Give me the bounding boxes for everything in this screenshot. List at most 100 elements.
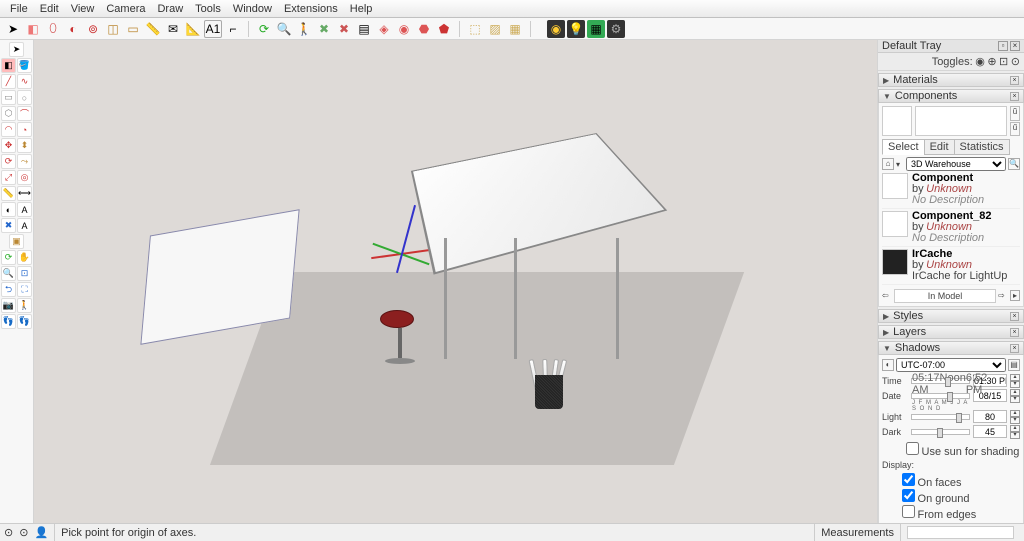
date-slider[interactable]: J F M A M J J A S O N D bbox=[911, 393, 970, 399]
date-stepper[interactable]: ▴▾ bbox=[1010, 389, 1020, 402]
menu-file[interactable]: File bbox=[4, 3, 34, 15]
dark-slider[interactable] bbox=[911, 429, 970, 435]
home-icon[interactable]: ⌂ bbox=[882, 158, 894, 170]
light-input[interactable] bbox=[973, 410, 1007, 423]
box-icon-1[interactable]: ⬚ bbox=[466, 20, 484, 38]
toggle-icon[interactable]: ⊙ bbox=[1011, 56, 1020, 68]
arc-tool-icon[interactable]: ⌒ bbox=[17, 106, 32, 121]
offset-tool-icon[interactable]: ◎ bbox=[17, 170, 32, 185]
measurements-input[interactable] bbox=[907, 526, 1014, 539]
render-icon-4[interactable]: ⚙ bbox=[607, 20, 625, 38]
select-tool-icon[interactable]: ➤ bbox=[9, 42, 24, 57]
tool-icon-5[interactable]: ▭ bbox=[124, 20, 142, 38]
on-ground-checkbox[interactable]: On ground bbox=[902, 489, 1020, 505]
tab-select[interactable]: Select bbox=[882, 139, 925, 155]
text-label-icon[interactable]: A bbox=[17, 202, 32, 217]
dim-tool-icon[interactable]: ⟷ bbox=[17, 186, 32, 201]
label-tool-icon[interactable]: ⌐ bbox=[224, 20, 242, 38]
layers-icon[interactable]: ◈ bbox=[375, 20, 393, 38]
eraser-icon[interactable]: ◧ bbox=[24, 20, 42, 38]
toggle-icon[interactable]: ◉ bbox=[975, 56, 985, 68]
protractor-tool-icon[interactable]: ◐ bbox=[1, 202, 16, 217]
zoomext-tool-icon[interactable]: ⛶ bbox=[17, 282, 32, 297]
bucket-tool-icon[interactable]: 🪣 bbox=[17, 58, 32, 73]
cursor-icon[interactable]: ➤ bbox=[4, 20, 22, 38]
from-edges-checkbox[interactable]: From edges bbox=[902, 505, 1020, 521]
walk-tool2-icon[interactable]: 🚶 bbox=[17, 298, 32, 313]
comp-btn-icon[interactable]: ũ bbox=[1010, 106, 1020, 121]
tool-icon-2[interactable]: ◐ bbox=[64, 20, 82, 38]
panel-materials[interactable]: ▶Materials× bbox=[878, 73, 1024, 87]
tab-statistics[interactable]: Statistics bbox=[954, 139, 1010, 155]
pin-icon[interactable]: × bbox=[1010, 328, 1019, 337]
nav-right-icon[interactable]: ⇨ bbox=[998, 291, 1008, 300]
move-tool-icon[interactable]: ✥ bbox=[1, 138, 16, 153]
tray-pin-icon[interactable]: ▫ bbox=[998, 41, 1008, 51]
viewport[interactable] bbox=[34, 40, 878, 523]
search-source-select[interactable]: 3D Warehouse bbox=[906, 157, 1006, 171]
freehand-tool-icon[interactable]: ∿ bbox=[17, 74, 32, 89]
document-icon[interactable]: ▤ bbox=[355, 20, 373, 38]
shadow-settings-icon[interactable]: ▤ bbox=[1008, 359, 1020, 371]
tool-icon-4[interactable]: ◫ bbox=[104, 20, 122, 38]
section-tool-icon[interactable]: ▣ bbox=[9, 234, 24, 249]
tool-icon-8[interactable]: ◉ bbox=[395, 20, 413, 38]
ruler-icon[interactable]: 📐 bbox=[184, 20, 202, 38]
pin-icon[interactable]: × bbox=[1010, 312, 1019, 321]
menu-icon[interactable]: ▸ bbox=[1010, 290, 1020, 301]
search-icon[interactable]: 🔍 bbox=[275, 20, 293, 38]
status-icon[interactable]: ⊙ bbox=[19, 526, 28, 539]
menu-view[interactable]: View bbox=[65, 3, 101, 15]
comp-btn-icon[interactable]: ű bbox=[1010, 122, 1020, 137]
dropdown-icon[interactable]: ▾ bbox=[896, 160, 904, 169]
shadow-toggle-icon[interactable]: ◐ bbox=[882, 359, 894, 371]
component-item[interactable]: Componentby UnknownNo Description bbox=[882, 171, 1020, 209]
look2-tool-icon[interactable]: 👣 bbox=[17, 314, 32, 329]
time-slider[interactable]: 05:17 AMNoon6:52 PM bbox=[911, 378, 970, 384]
line-tool-icon[interactable]: ╱ bbox=[1, 74, 16, 89]
toggle-icon[interactable]: ⊡ bbox=[999, 56, 1008, 68]
polygon-tool-icon[interactable]: ⬡ bbox=[1, 106, 16, 121]
menu-draw[interactable]: Draw bbox=[151, 3, 189, 15]
tool-icon-10[interactable]: ⬟ bbox=[435, 20, 453, 38]
tray-close-icon[interactable]: × bbox=[1010, 41, 1020, 51]
panel-layers[interactable]: ▶Layers× bbox=[878, 325, 1024, 339]
followme-tool-icon[interactable]: ⤳ bbox=[17, 154, 32, 169]
on-faces-checkbox[interactable]: On faces bbox=[902, 473, 1020, 489]
pushpull-tool-icon[interactable]: ⬍ bbox=[17, 138, 32, 153]
light-slider[interactable] bbox=[911, 414, 970, 420]
box-icon-2[interactable]: ▨ bbox=[486, 20, 504, 38]
tape-icon[interactable]: 📏 bbox=[144, 20, 162, 38]
pan-tool-icon[interactable]: ✋ bbox=[17, 250, 32, 265]
axes-tool-icon[interactable]: ✖ bbox=[1, 218, 16, 233]
toggle-icon[interactable]: ⊕ bbox=[987, 56, 996, 68]
refresh-icon[interactable]: ⟳ bbox=[255, 20, 273, 38]
menu-edit[interactable]: Edit bbox=[34, 3, 65, 15]
camera-tool-icon[interactable]: 📷 bbox=[1, 298, 16, 313]
status-icon[interactable]: 👤 bbox=[34, 526, 48, 539]
panel-shadows[interactable]: ▼Shadows× bbox=[878, 341, 1024, 355]
menu-help[interactable]: Help bbox=[344, 3, 379, 15]
zoomwin-tool-icon[interactable]: ⊡ bbox=[17, 266, 32, 281]
render-icon-1[interactable]: ◉ bbox=[547, 20, 565, 38]
menu-window[interactable]: Window bbox=[227, 3, 278, 15]
scale-tool-icon[interactable]: ⤢ bbox=[1, 170, 16, 185]
pin-icon[interactable]: × bbox=[1010, 92, 1019, 101]
tool-icon-7[interactable]: ✖ bbox=[335, 20, 353, 38]
dark-input[interactable] bbox=[973, 425, 1007, 438]
arc2-tool-icon[interactable]: ◠ bbox=[1, 122, 16, 137]
panel-styles[interactable]: ▶Styles× bbox=[878, 309, 1024, 323]
pin-icon[interactable]: × bbox=[1010, 344, 1019, 353]
status-icon[interactable]: ⊙ bbox=[4, 526, 13, 539]
tool-icon-3[interactable]: ⊚ bbox=[84, 20, 102, 38]
pin-icon[interactable]: × bbox=[1010, 76, 1019, 85]
dark-stepper[interactable]: ▴▾ bbox=[1010, 425, 1020, 438]
panel-components[interactable]: ▼Components× bbox=[878, 89, 1024, 103]
use-sun-checkbox[interactable]: Use sun for shading bbox=[906, 447, 1019, 457]
person-icon[interactable]: 🚶 bbox=[295, 20, 313, 38]
rect-tool-icon[interactable]: ▭ bbox=[1, 90, 16, 105]
component-item[interactable]: IrCacheby UnknownIrCache for LightUp bbox=[882, 247, 1020, 285]
tab-edit[interactable]: Edit bbox=[924, 139, 955, 155]
light-stepper[interactable]: ▴▾ bbox=[1010, 410, 1020, 423]
pie-tool-icon[interactable]: ◔ bbox=[17, 122, 32, 137]
